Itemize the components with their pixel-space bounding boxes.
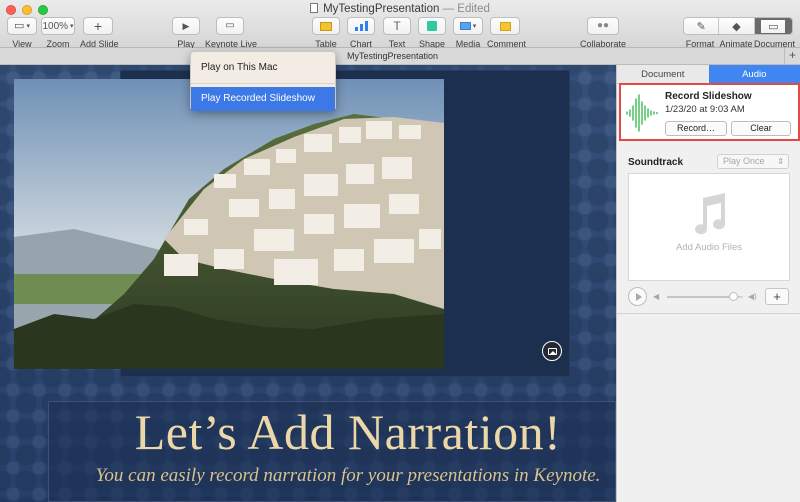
slide[interactable]: Let’s Add Narration! You can easily reco… xyxy=(0,65,616,502)
play-menu: Play on This Mac Play Recorded Slideshow xyxy=(190,51,336,111)
menu-separator xyxy=(191,83,335,84)
record-slideshow-title: Record Slideshow xyxy=(665,91,752,102)
image-placeholder-icon[interactable] xyxy=(542,341,562,361)
document-icon xyxy=(310,3,319,13)
shape-square-icon xyxy=(427,21,437,31)
menu-item-play-on-this-mac[interactable]: Play on This Mac xyxy=(191,56,335,80)
add-slide-control[interactable]: + Add Slide xyxy=(80,17,119,49)
add-audio-files-hint: Add Audio Files xyxy=(675,242,742,253)
tab-document[interactable]: Document xyxy=(617,65,709,83)
play-control[interactable]: ▶ Play xyxy=(171,17,201,49)
volume-slider[interactable] xyxy=(667,292,743,301)
waveform-icon xyxy=(626,94,658,132)
add-slide-button[interactable]: + xyxy=(83,17,113,35)
text-control[interactable]: T Text xyxy=(382,17,412,49)
window-edit-status: — Edited xyxy=(442,3,490,15)
document-button[interactable]: ▭ xyxy=(754,18,792,34)
chevron-updown-icon: ⇕ xyxy=(777,157,784,166)
zoom-value: 100% xyxy=(42,20,69,32)
recording-date: 1/23/20 at 9:03 AM xyxy=(665,104,745,115)
comment-icon xyxy=(499,21,511,31)
audio-drop-area[interactable]: Add Audio Files xyxy=(628,173,790,281)
record-slideshow-section: Record Slideshow 1/23/20 at 9:03 AM Reco… xyxy=(619,83,800,141)
shape-control[interactable]: Shape xyxy=(417,17,447,49)
clear-button[interactable]: Clear xyxy=(731,121,791,136)
menu-item-play-recorded-slideshow[interactable]: Play Recorded Slideshow xyxy=(191,87,335,111)
bar-chart-icon xyxy=(354,21,368,31)
slide-canvas[interactable]: Let’s Add Narration! You can easily reco… xyxy=(0,65,616,502)
inspector-switcher[interactable]: ✎ ◆ ▭ Format Animate Document xyxy=(682,17,795,49)
collaborate-button[interactable]: ●● xyxy=(587,17,619,35)
slide-title[interactable]: Let’s Add Narration! xyxy=(48,403,616,461)
comment-control[interactable]: Comment xyxy=(487,17,526,49)
volume-low-icon: ◀ xyxy=(653,292,660,301)
soundtrack-mode-select[interactable]: Play Once ⇕ xyxy=(717,154,789,169)
inspector-divider xyxy=(617,313,800,314)
animate-button[interactable]: ◆ xyxy=(719,18,755,34)
comment-button[interactable] xyxy=(490,17,520,35)
chart-control[interactable]: Chart xyxy=(346,17,376,49)
shape-button[interactable] xyxy=(418,17,446,35)
table-control[interactable]: Table xyxy=(311,17,341,49)
volume-slider-knob[interactable] xyxy=(729,292,738,301)
document-inspector: Document Audio Record Slideshow 1/23/20 … xyxy=(616,65,800,502)
chart-button[interactable] xyxy=(347,17,375,35)
document-icon: ▭ xyxy=(761,19,786,33)
animate-diamond-icon: ◆ xyxy=(724,19,749,33)
broadcast-display-icon: ▭ xyxy=(225,20,235,31)
paintbrush-icon: ✎ xyxy=(689,19,714,33)
soundtrack-label: Soundtrack xyxy=(628,157,684,168)
music-note-icon xyxy=(695,193,726,235)
volume-slider-fill xyxy=(667,296,734,298)
document-tab-bar: MyTestingPresentation + xyxy=(0,48,800,65)
photo-icon xyxy=(459,22,471,30)
window-doc-name: MyTestingPresentation xyxy=(323,3,440,15)
view-control[interactable]: ▭ ▾ View xyxy=(6,17,38,49)
play-button[interactable]: ▶ xyxy=(172,17,200,35)
record-button[interactable]: Record… xyxy=(665,121,727,136)
chevron-down-icon: ▾ xyxy=(70,23,74,30)
plus-icon: + xyxy=(93,18,103,34)
slide-photo[interactable] xyxy=(14,79,444,369)
format-button[interactable]: ✎ xyxy=(684,18,720,34)
add-audio-button[interactable]: + xyxy=(765,288,789,305)
view-button[interactable]: ▭ ▾ xyxy=(7,17,37,35)
zoom-dropdown[interactable]: 100% ▾ xyxy=(41,17,75,35)
play-icon: ▶ xyxy=(182,20,190,31)
window-title: MyTestingPresentation — Edited xyxy=(0,3,800,15)
new-tab-button[interactable]: + xyxy=(784,48,800,64)
chevron-down-icon: ▾ xyxy=(26,23,30,30)
tab-audio[interactable]: Audio xyxy=(708,65,800,83)
media-control[interactable]: ▾ Media xyxy=(452,17,484,49)
zoom-control[interactable]: 100% ▾ Zoom xyxy=(41,17,75,49)
table-icon xyxy=(320,21,332,31)
play-icon xyxy=(635,292,642,301)
play-soundtrack-button[interactable] xyxy=(628,287,647,306)
slide-subtitle[interactable]: You can easily record narration for your… xyxy=(48,465,616,487)
document-tab[interactable]: MyTestingPresentation xyxy=(0,51,785,61)
media-button[interactable]: ▾ xyxy=(453,17,483,35)
volume-high-icon: ◀) xyxy=(748,292,757,301)
chevron-down-icon: ▾ xyxy=(472,23,477,30)
inspector-tabs: Document Audio xyxy=(617,65,800,84)
hillside-town-photo xyxy=(14,79,444,369)
people-icon: ●● xyxy=(596,20,610,31)
text-box-icon: T xyxy=(393,19,401,33)
table-button[interactable] xyxy=(312,17,340,35)
sidebar-layout-icon: ▭ xyxy=(14,19,25,32)
soundtrack-mode-value: Play Once xyxy=(723,156,765,166)
collaborate-control[interactable]: ●● Collaborate xyxy=(580,17,626,49)
window-toolbar: MyTestingPresentation — Edited ▭ ▾ View 1… xyxy=(0,0,800,49)
keynote-live-button[interactable]: ▭ xyxy=(216,17,244,35)
text-button[interactable]: T xyxy=(383,17,411,35)
keynote-live-control[interactable]: ▭ Keynote Live xyxy=(205,17,257,49)
